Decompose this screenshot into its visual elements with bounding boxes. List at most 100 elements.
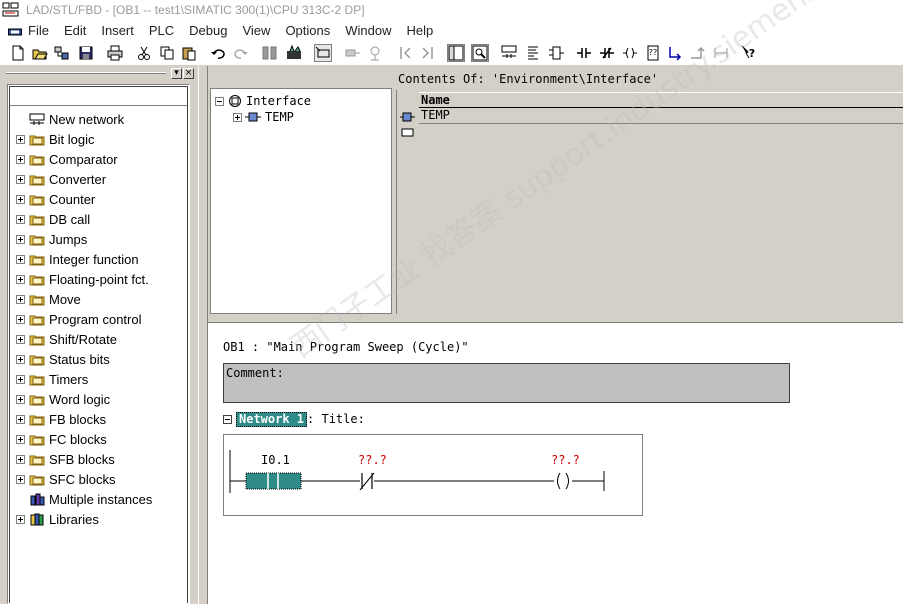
- new-icon[interactable]: [9, 44, 27, 62]
- expand-icon[interactable]: [16, 314, 25, 324]
- interface-temp-item[interactable]: TEMP: [233, 109, 294, 125]
- tree-item-jumps[interactable]: Jumps: [16, 229, 87, 249]
- step-forward-icon[interactable]: [368, 44, 386, 62]
- expand-icon[interactable]: [16, 134, 25, 144]
- expand-icon[interactable]: [16, 354, 25, 364]
- save-icon[interactable]: [77, 44, 95, 62]
- menu-insert[interactable]: Insert: [101, 23, 134, 38]
- tree-item-fc-blocks[interactable]: FC blocks: [16, 429, 107, 449]
- selected-contact[interactable]: [245, 472, 302, 490]
- vertical-splitter[interactable]: [198, 66, 208, 604]
- block-comment-field[interactable]: Comment:: [223, 363, 790, 403]
- new-row-icon[interactable]: [397, 125, 418, 141]
- interface-root-item[interactable]: Interface: [215, 93, 311, 109]
- tree-item-integer-function[interactable]: Integer function: [16, 249, 139, 269]
- overview-icon[interactable]: [447, 44, 465, 62]
- bookmark-forward-icon[interactable]: [418, 44, 436, 62]
- menu-help[interactable]: Help: [407, 23, 434, 38]
- monitor-icon[interactable]: [314, 44, 332, 62]
- bookmark-back-icon[interactable]: [397, 44, 415, 62]
- network-label[interactable]: Network 1: [236, 411, 308, 427]
- expand-icon[interactable]: [16, 154, 25, 164]
- menu-edit[interactable]: Edit: [64, 23, 86, 38]
- expand-icon[interactable]: [16, 334, 25, 344]
- fbd-icon[interactable]: [547, 44, 565, 62]
- tree-item-fb-blocks[interactable]: FB blocks: [16, 409, 106, 429]
- tree-item-floating-point[interactable]: Floating-point fct.: [16, 269, 149, 289]
- tree-item-comparator[interactable]: Comparator: [16, 149, 118, 169]
- expand-icon[interactable]: [16, 294, 25, 304]
- help-icon[interactable]: ?: [740, 44, 758, 62]
- step-back-icon[interactable]: [344, 44, 362, 62]
- copy-icon[interactable]: [158, 44, 176, 62]
- undo-icon[interactable]: [209, 44, 227, 62]
- menu-options[interactable]: Options: [285, 23, 330, 38]
- expand-icon[interactable]: [16, 274, 25, 284]
- connection-icon[interactable]: [712, 44, 730, 62]
- tree-item-libraries[interactable]: Libraries: [16, 509, 99, 529]
- expand-icon[interactable]: [16, 434, 25, 444]
- network-title[interactable]: : Title:: [307, 412, 365, 426]
- coil-icon[interactable]: [621, 44, 639, 62]
- menu-debug[interactable]: Debug: [189, 23, 227, 38]
- tree-item-move[interactable]: Move: [16, 289, 81, 309]
- output-coil[interactable]: [554, 472, 572, 490]
- tree-item-converter[interactable]: Converter: [16, 169, 106, 189]
- tree-item-counter[interactable]: Counter: [16, 189, 95, 209]
- panel-dropdown-icon[interactable]: ▾: [171, 68, 182, 79]
- expand-icon[interactable]: [16, 374, 25, 384]
- expand-icon[interactable]: [16, 474, 25, 484]
- tree-item-word-logic[interactable]: Word logic: [16, 389, 110, 409]
- tree-item-bit-logic[interactable]: Bit logic: [16, 129, 95, 149]
- tree-item-shift-rotate[interactable]: Shift/Rotate: [16, 329, 117, 349]
- coil-address[interactable]: ??.?: [551, 453, 580, 467]
- panel-close-icon[interactable]: ×: [183, 68, 194, 79]
- open-branch-icon[interactable]: [666, 44, 684, 62]
- expand-icon[interactable]: [16, 214, 25, 224]
- expand-icon[interactable]: [16, 194, 25, 204]
- details-icon[interactable]: [471, 44, 489, 62]
- nc-contact[interactable]: [359, 472, 375, 491]
- menu-view[interactable]: View: [242, 23, 270, 38]
- new-network-icon[interactable]: [500, 44, 518, 62]
- nc-contact-icon[interactable]: [598, 44, 616, 62]
- panel-grip[interactable]: [6, 72, 166, 74]
- expand-icon[interactable]: [233, 112, 242, 122]
- tree-item-sfb-blocks[interactable]: SFB blocks: [16, 449, 115, 469]
- compile-icon[interactable]: [285, 44, 303, 62]
- menu-plc[interactable]: PLC: [149, 23, 174, 38]
- menu-file[interactable]: File: [28, 23, 49, 38]
- document-icon[interactable]: [8, 26, 22, 36]
- nc-contact-address[interactable]: ??.?: [358, 453, 387, 467]
- paste-icon[interactable]: [180, 44, 198, 62]
- stl-icon[interactable]: [524, 44, 542, 62]
- expand-icon[interactable]: [16, 454, 25, 464]
- cut-icon[interactable]: [135, 44, 153, 62]
- expand-icon[interactable]: [16, 514, 25, 524]
- name-column-header[interactable]: Name: [419, 92, 903, 108]
- tree-item-db-call[interactable]: DB call: [16, 209, 90, 229]
- print-icon[interactable]: [106, 44, 124, 62]
- tree-item-new-network[interactable]: New network: [16, 109, 124, 129]
- no-contact-icon[interactable]: [575, 44, 593, 62]
- block-title[interactable]: OB1 : "Main Program Sweep (Cycle)": [223, 340, 469, 354]
- contact-address[interactable]: I0.1: [261, 453, 290, 467]
- tree-item-status-bits[interactable]: Status bits: [16, 349, 110, 369]
- expand-icon[interactable]: [16, 414, 25, 424]
- tree-item-timers[interactable]: Timers: [16, 369, 88, 389]
- close-branch-icon[interactable]: [689, 44, 707, 62]
- expand-icon[interactable]: [16, 394, 25, 404]
- menu-window[interactable]: Window: [345, 23, 391, 38]
- load-icon[interactable]: [261, 44, 279, 62]
- expand-icon[interactable]: [16, 234, 25, 244]
- tree-item-multiple-instances[interactable]: Multiple instances: [16, 489, 152, 509]
- open-icon[interactable]: [31, 44, 49, 62]
- online-icon[interactable]: [53, 44, 71, 62]
- expand-icon[interactable]: [16, 254, 25, 264]
- collapse-network-icon[interactable]: [223, 414, 232, 424]
- ladder-network[interactable]: I0.1 ??.? ??.?: [223, 434, 643, 516]
- table-row[interactable]: TEMP: [419, 108, 903, 124]
- redo-icon[interactable]: [232, 44, 250, 62]
- collapse-icon[interactable]: [215, 96, 224, 106]
- empty-box-icon[interactable]: ??: [644, 44, 662, 62]
